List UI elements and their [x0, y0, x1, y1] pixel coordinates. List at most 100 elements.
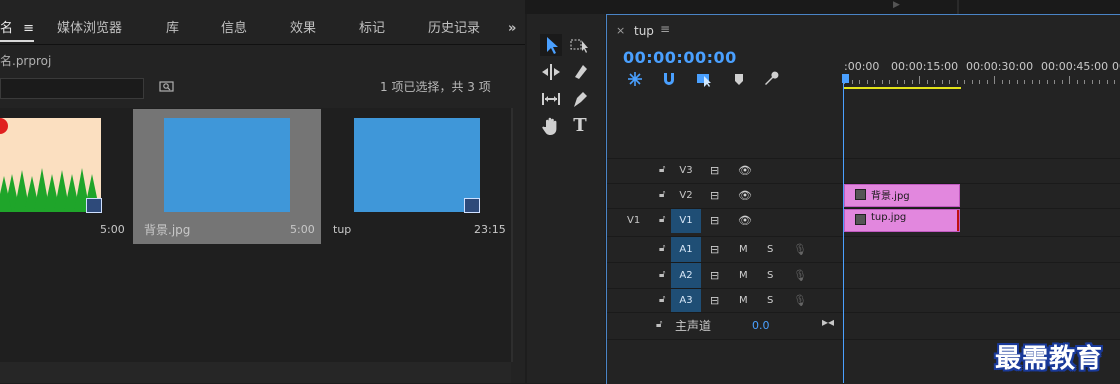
- pen-tool-icon[interactable]: [569, 88, 591, 110]
- track-header-a1: 🔓︎ A1 ⊟ M S 🎙︎: [607, 236, 843, 263]
- fx-badge-icon: [855, 214, 866, 225]
- track-select-tool-icon[interactable]: [569, 34, 591, 56]
- lock-icon[interactable]: 🔓︎: [659, 214, 665, 225]
- lock-icon[interactable]: 🔓︎: [656, 319, 662, 330]
- track-name[interactable]: V2: [671, 184, 701, 208]
- item-duration: 5:00: [100, 223, 125, 236]
- track-header-v1: V1 🔓︎ V1 ⊟ 👁︎: [607, 208, 843, 233]
- ruler-tick: [851, 80, 853, 84]
- ruler-tick: [1114, 80, 1115, 84]
- track-header-a3: 🔓︎ A3 ⊟ M S 🎙︎: [607, 288, 843, 313]
- vertical-scrollbar[interactable]: [511, 108, 513, 362]
- clip-end-marker: [957, 210, 959, 231]
- eye-icon[interactable]: 👁︎: [738, 159, 752, 183]
- lane-separator: [607, 288, 1120, 289]
- clip-background[interactable]: 背景.jpg: [844, 184, 960, 207]
- master-volume-value[interactable]: 0.0: [752, 319, 770, 332]
- track-name[interactable]: A2: [671, 263, 701, 289]
- media-item-selected[interactable]: 背景.jpg 5:00: [133, 109, 321, 244]
- eye-icon[interactable]: 👁︎: [738, 209, 752, 233]
- ruler-tick: [911, 80, 913, 84]
- tab-media-browser[interactable]: 媒体浏览器: [57, 18, 122, 40]
- tab-history[interactable]: 历史记录: [428, 18, 480, 40]
- go-to-end-icon[interactable]: ▸◂: [822, 315, 834, 329]
- sync-lock-icon[interactable]: ⊟: [710, 263, 719, 289]
- master-track-label: 主声道: [675, 319, 712, 333]
- search-icon[interactable]: [158, 79, 176, 95]
- track-name[interactable]: V1: [671, 209, 701, 233]
- search-input[interactable]: [0, 78, 144, 99]
- lock-icon[interactable]: 🔓︎: [659, 189, 665, 200]
- tab-effects[interactable]: 效果: [290, 18, 316, 40]
- ripple-edit-tool-icon[interactable]: [540, 61, 562, 83]
- selection-tool-icon[interactable]: [540, 34, 562, 56]
- sync-lock-icon[interactable]: ⊟: [710, 289, 719, 313]
- time-ruler[interactable]: :00:00 00:00:15:00 00:00:30:00 00:00:45:…: [844, 60, 1120, 76]
- tab-project[interactable]: 名 ≡: [0, 18, 34, 40]
- source-patch[interactable]: V1: [627, 209, 640, 233]
- mute-button[interactable]: M: [739, 237, 748, 263]
- tab-markers[interactable]: 标记: [359, 18, 385, 40]
- lane-separator: [607, 158, 1120, 159]
- hand-tool-icon[interactable]: [540, 115, 562, 137]
- ruler-tick: [979, 80, 980, 84]
- solo-button[interactable]: S: [767, 237, 773, 263]
- type-tool-icon[interactable]: T: [569, 115, 591, 137]
- sync-lock-icon[interactable]: ⊟: [710, 184, 719, 208]
- ruler-tick: [956, 80, 958, 84]
- track-header-v2: 🔓︎ V2 ⊟ 👁︎: [607, 183, 843, 208]
- tab-libraries[interactable]: 库: [166, 18, 179, 40]
- tab-info[interactable]: 信息: [221, 18, 247, 40]
- microphone-icon[interactable]: 🎙︎: [793, 237, 807, 263]
- lock-icon[interactable]: 🔓︎: [659, 164, 665, 175]
- media-item[interactable]: 5:00: [0, 109, 130, 244]
- track-name[interactable]: A1: [671, 237, 701, 263]
- export-icon[interactable]: ▶: [893, 0, 907, 10]
- slip-tool-icon[interactable]: [540, 88, 562, 110]
- tab-project-label: 名: [0, 21, 14, 36]
- panel-divider: [957, 0, 959, 14]
- mute-button[interactable]: M: [739, 289, 748, 313]
- lock-icon[interactable]: 🔓︎: [659, 294, 665, 305]
- sequence-tab[interactable]: tup: [634, 24, 654, 38]
- lock-icon[interactable]: 🔓︎: [659, 269, 665, 280]
- ruler-tick: [881, 80, 883, 84]
- ruler-tick: [1061, 80, 1063, 84]
- playhead-handle[interactable]: [842, 74, 849, 83]
- wrench-settings-icon[interactable]: [762, 70, 780, 88]
- razor-tool-icon[interactable]: [569, 61, 591, 83]
- solo-button[interactable]: S: [767, 289, 773, 313]
- media-item[interactable]: tup 23:15: [323, 109, 511, 244]
- ruler-tick: [1016, 80, 1018, 84]
- microphone-icon[interactable]: 🎙︎: [793, 289, 807, 313]
- mute-button[interactable]: M: [739, 263, 748, 289]
- ruler-tick: [1024, 80, 1025, 84]
- track-name[interactable]: V3: [671, 159, 701, 183]
- eye-icon[interactable]: 👁︎: [738, 184, 752, 208]
- microphone-icon[interactable]: 🎙︎: [793, 263, 807, 289]
- add-marker-icon[interactable]: [730, 70, 748, 88]
- clip-tup[interactable]: tup.jpg: [844, 209, 960, 232]
- ruler-label: 00:00:30:00: [966, 60, 1034, 73]
- work-area-bar[interactable]: [844, 87, 961, 89]
- snap-magnet-icon[interactable]: [660, 70, 678, 88]
- track-name[interactable]: A3: [671, 289, 701, 313]
- menu-icon[interactable]: ≡: [660, 22, 670, 36]
- ruler-tick: [1039, 80, 1040, 84]
- active-tab-underline: [0, 40, 34, 42]
- overflow-icon[interactable]: »: [508, 18, 516, 40]
- linked-selection-icon[interactable]: [695, 70, 713, 88]
- tab-menu-icon[interactable]: ≡: [23, 21, 34, 36]
- playhead-line[interactable]: [843, 83, 844, 383]
- selection-count: 1 项已选择，共 3 项: [380, 80, 491, 94]
- lock-icon[interactable]: 🔓︎: [659, 243, 665, 254]
- sync-lock-icon[interactable]: ⊟: [710, 237, 719, 263]
- sync-lock-icon[interactable]: ⊟: [710, 159, 719, 183]
- item-name: 背景.jpg: [144, 223, 191, 237]
- solo-button[interactable]: S: [767, 263, 773, 289]
- timecode-display[interactable]: 00:00:00:00: [623, 48, 737, 67]
- sync-lock-icon[interactable]: ⊟: [710, 209, 719, 233]
- panel-footer: [0, 362, 511, 383]
- nest-icon[interactable]: [626, 70, 644, 88]
- close-icon[interactable]: ×: [616, 24, 625, 37]
